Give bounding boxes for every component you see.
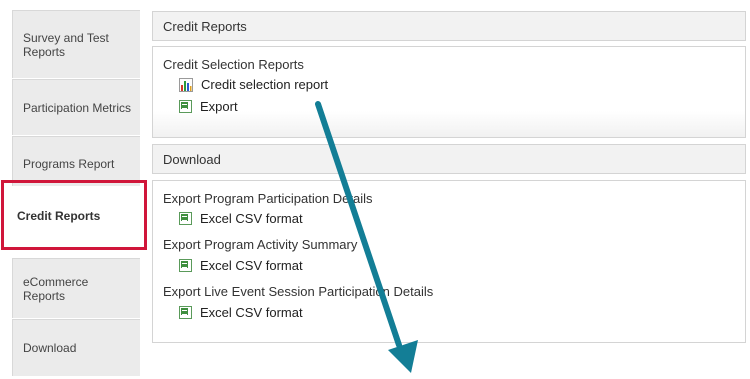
sidebar-item-label: Download <box>23 341 77 355</box>
credit-reports-header: Credit Reports <box>152 11 746 41</box>
section-title-credit-selection: Credit Selection Reports <box>163 57 304 72</box>
section-title-live-event: Export Live Event Session Participation … <box>163 284 434 299</box>
link-label: Export <box>200 99 238 114</box>
credit-selection-report-link[interactable]: Credit selection report <box>179 77 328 92</box>
download-header: Download <box>152 144 746 174</box>
report-sidebar: Survey and Test Reports Participation Me… <box>0 0 147 379</box>
bar-chart-icon <box>179 77 193 92</box>
link-label: Credit selection report <box>201 77 329 92</box>
excel-icon <box>179 259 192 272</box>
arrow-head <box>388 340 418 373</box>
sidebar-item-ecommerce-reports[interactable]: eCommerce Reports <box>12 258 140 318</box>
section-title-program-participation: Export Program Participation Details <box>163 191 373 206</box>
sidebar-item-label: Programs Report <box>23 157 115 171</box>
highlight-box <box>1 180 147 250</box>
sidebar-item-participation-metrics[interactable]: Participation Metrics <box>12 79 140 135</box>
link-label: Excel CSV format <box>200 258 303 273</box>
download-panel: Export Program Participation Details Exc… <box>152 180 746 343</box>
excel-csv-link-participation[interactable]: Excel CSV format <box>179 211 303 226</box>
sidebar-item-survey-and-test-reports[interactable]: Survey and Test Reports <box>12 10 140 78</box>
sidebar-item-download[interactable]: Download <box>12 319 140 376</box>
sidebar-item-label: Survey and Test Reports <box>23 30 109 59</box>
excel-icon <box>179 212 192 225</box>
panel-footer-fade <box>153 111 745 137</box>
panel-title: Credit Reports <box>163 18 247 34</box>
credit-reports-panel: Credit Selection Reports Credit selectio… <box>152 46 746 138</box>
panel-title: Download <box>163 151 221 167</box>
sidebar-item-label: Participation Metrics <box>23 100 132 115</box>
link-label: Excel CSV format <box>200 305 303 320</box>
excel-csv-link-live-event[interactable]: Excel CSV format <box>179 305 303 320</box>
excel-icon <box>179 100 192 113</box>
excel-icon <box>179 306 192 319</box>
link-label: Excel CSV format <box>200 211 303 226</box>
sidebar-item-label: eCommerce Reports <box>23 274 89 303</box>
excel-csv-link-activity[interactable]: Excel CSV format <box>179 258 303 273</box>
export-link[interactable]: Export <box>179 99 238 114</box>
section-title-program-activity: Export Program Activity Summary <box>163 237 358 252</box>
